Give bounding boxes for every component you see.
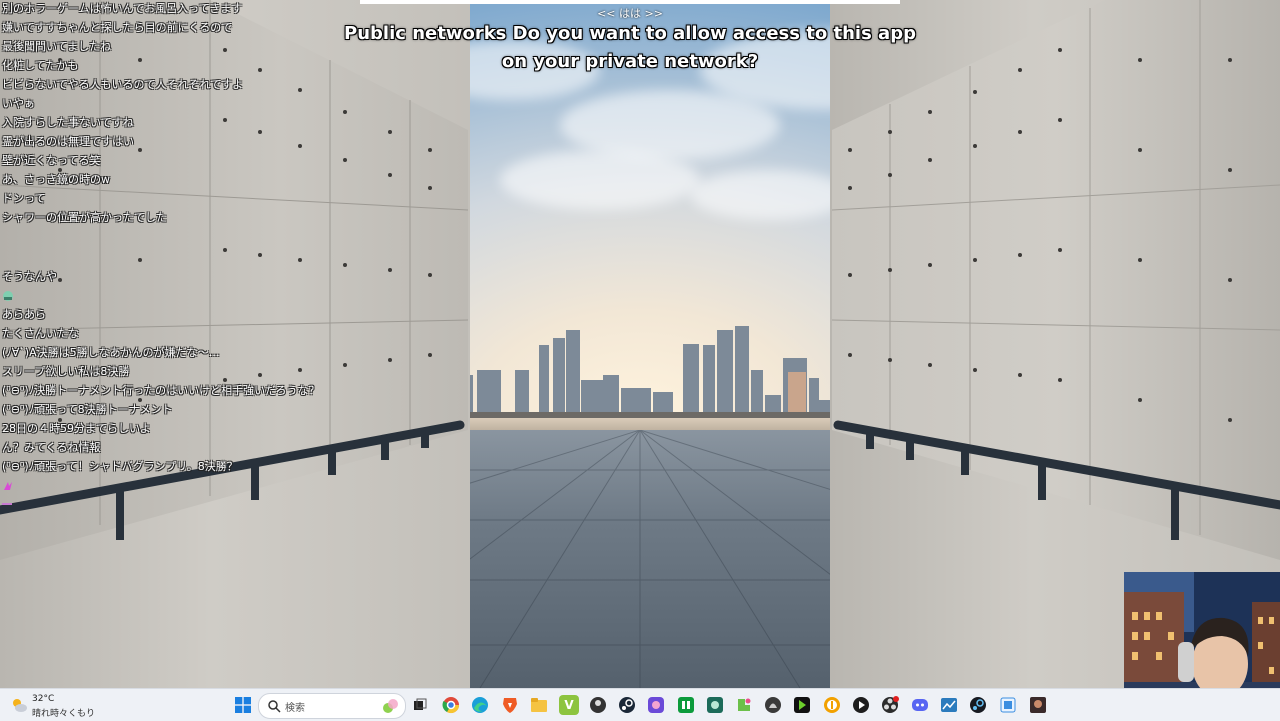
weather-widget[interactable]: 32°C 晴れ時々くもり [8,693,108,719]
chat-message: 最後聞間いてましたね [2,40,112,53]
app-icon [678,697,694,713]
chat-message: いやぁ [2,97,35,110]
steam-icon [970,697,986,713]
play-icon [853,697,869,713]
brave-icon [503,698,517,713]
taskbar: 32°C 晴れ時々くもり 検索 V [0,688,1280,721]
folder-icon [531,698,547,712]
chat-message: あ、さっき鏡の時のw [2,173,110,186]
chat-message: 別のホラーゲームは怖いんでお風呂入ってきます [2,2,243,15]
windows-icon [235,697,251,713]
app-icon [590,697,606,713]
app-icon [707,697,723,713]
taskbar-app[interactable] [939,695,959,715]
start-button[interactable] [233,695,253,715]
chat-message: 壁が近くなってる笑 [2,154,101,167]
taskbar-app-steam[interactable] [968,695,988,715]
chat-message: シャワーの位置が高かったでした [2,211,167,224]
chat-message: 28日の４時59分までらしいよ [2,422,151,435]
chat-message: 化粧してたかも [2,59,79,72]
chat-message: (⁰⊖⁰)ﾉ決勝トーナメント行ったのはいいけど相手強いだろうな？ [2,384,320,397]
app-icon [738,698,751,711]
app-icon [648,697,664,713]
search-highlight-icon [383,699,398,713]
taskbar-app[interactable] [676,695,696,715]
chat-message: 嫌いですすちゃんと探したら目の前にくるので [2,21,233,34]
taskbar-app-steam[interactable] [617,695,637,715]
chat-message: そうなんや [2,270,57,283]
taskbar-app[interactable] [763,695,783,715]
taskbar-search[interactable]: 検索 [258,693,406,719]
taskbar-app-edge[interactable] [470,695,490,715]
city-skyline [463,326,835,420]
taskbar-app-vivaldi[interactable]: V [559,695,579,715]
search-placeholder: 検索 [285,703,305,714]
taskbar-app[interactable] [646,695,666,715]
weather-description: 晴れ時々くもり [32,709,96,719]
app-icon [765,697,781,713]
taskbar-app-media[interactable] [851,695,871,715]
taskbar-app-chrome[interactable] [441,695,461,715]
chat-message: 霊が出るのは無理ですはい [2,135,134,148]
cloud [500,150,700,210]
chat-message: ん？みてくるね情報 [2,441,101,454]
taskbar-app[interactable] [705,695,725,715]
chrome-icon [442,697,460,714]
taskbar-app[interactable] [1028,695,1048,715]
partly-sunny-icon [13,699,27,712]
taskbar-app-file-explorer[interactable] [529,695,549,715]
chat-message: あらあら [2,308,46,321]
taskbar-app-obs[interactable] [880,695,900,715]
task-view-icon [414,698,427,710]
steam-icon [619,697,635,713]
cloud [690,170,850,220]
chat-sticker-icon [2,290,14,306]
chat-sticker-icon [2,480,14,496]
chat-message: (⁰⊖⁰)ﾉ頑張って8決勝トーナメント [2,403,173,416]
taskbar-app-brave[interactable] [500,695,520,715]
chat-message: 入院すらした事ないですね [2,116,134,129]
caption-text: Public networks Do you want to allow acc… [344,23,916,72]
app-icon [824,697,840,713]
app-icon [794,697,810,713]
v-icon: V [564,698,574,712]
app-icon [1030,697,1046,713]
chat-message: たくさんいたな [2,327,79,340]
discord-icon [912,699,928,711]
taskbar-app[interactable] [998,695,1018,715]
app-icon [941,698,957,712]
taskbar-app-discord[interactable] [910,695,930,715]
taskbar-app[interactable] [734,695,754,715]
railings [0,420,1280,540]
taskbar-app[interactable] [792,695,812,715]
edge-icon [472,697,488,713]
chat-sticker-icon [2,497,14,511]
chat-message: (ﾉ∀`)A決勝は5勝しなあかんのが嫌だな〜… [2,346,220,359]
obs-icon [882,696,899,713]
chat-message: (⁰⊖⁰)ﾉ頑張って！シャドバグランプリ。8決勝？ [2,460,238,473]
taskbar-app[interactable] [588,695,608,715]
caption-nav[interactable]: << はは >> [560,5,700,21]
top-notification-bar [360,0,900,4]
app-icon [1000,697,1016,713]
task-view-button[interactable] [410,695,430,715]
search-icon [268,700,281,713]
taskbar-app[interactable] [822,695,842,715]
weather-temperature: 32°C [32,694,55,704]
chat-message: ビビらないでやる人もいるので人それぞれですよ [2,78,244,91]
chat-message: ドンって [2,192,46,205]
chat-message: スリープ欲しい私は8決勝 [2,365,130,378]
